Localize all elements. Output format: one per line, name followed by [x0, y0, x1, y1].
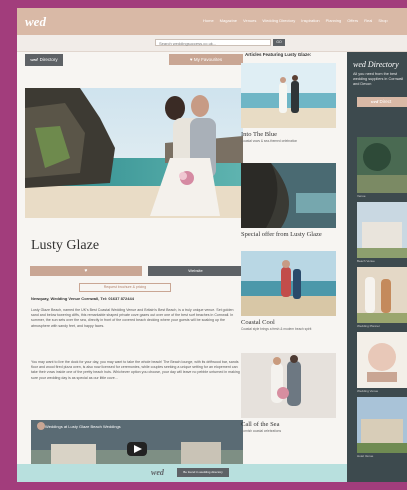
action-buttons: ♥ Website — [30, 266, 243, 276]
article-card[interactable]: Call of the Sea Cornish coastal celebrat… — [241, 353, 336, 433]
nav-link-inspiration[interactable]: Inspiration — [301, 18, 319, 23]
sidebar-listing-caption: Hotel Venue — [357, 454, 374, 458]
article-title: Into The Blue — [241, 131, 277, 138]
sidebar-listing-image[interactable] — [357, 202, 407, 258]
sidebar-text: All you need from the best wedding suppl… — [353, 72, 404, 86]
sidebar-directory-button[interactable]: wed Direct — [357, 97, 407, 107]
article-thumbnail — [241, 163, 336, 228]
sidebar-listing-caption: Beach Venue — [357, 259, 375, 263]
nav-link-real[interactable]: Real — [364, 18, 372, 23]
beach-wedding-photo — [25, 88, 243, 218]
search-input[interactable]: Search weddingsuccess.co.uk... — [155, 39, 271, 46]
article-description: Coastal vows & sea-themed celebration — [241, 139, 298, 143]
nav-link-offers[interactable]: Offers — [347, 18, 358, 23]
sidebar-listing-image[interactable] — [357, 137, 407, 193]
website-button[interactable]: Website — [148, 266, 243, 276]
sidebar-listing-caption: Wedding Venue — [357, 389, 379, 393]
directory-brand: wed — [30, 57, 38, 62]
article-card[interactable]: Special offer from Lusty Glaze — [241, 163, 336, 238]
nav-link-home[interactable]: Home — [203, 18, 214, 23]
article-card[interactable]: Into The Blue Coastal vows & sea-themed … — [241, 63, 336, 143]
footer-directory-button[interactable]: Be found in wedding directory — [177, 468, 229, 477]
video-title: Weddings at Lusty Glaze Beach Weddings — [45, 424, 121, 429]
nav-link-magazine[interactable]: Magazine — [220, 18, 237, 23]
sidebar-listing-image[interactable] — [357, 397, 407, 453]
venue-address: Newquay, Wedding Venue Cornwall, Tel: 01… — [31, 296, 134, 301]
article-description: Cornish coastal celebrations — [241, 429, 282, 433]
directory-label: Directory — [39, 57, 58, 62]
add-favourite-button[interactable]: ♥ — [30, 266, 142, 276]
nav-link-planning[interactable]: Planning — [326, 18, 342, 23]
browser-page: wed Home Magazine Venues Wedding Directo… — [17, 8, 407, 482]
nav-link-directory[interactable]: Wedding Directory — [262, 18, 295, 23]
sidebar-button-brand: wed — [371, 99, 379, 104]
article-thumbnail — [241, 63, 336, 128]
venue-title: Lusty Glaze — [31, 238, 100, 253]
sidebar-heading: wed Directory — [353, 60, 399, 69]
articles-heading: Articles Featuring Lusty Glaze: — [245, 52, 312, 57]
sidebar-button-word: Direct — [379, 99, 392, 104]
article-title: Coastal Cool — [241, 319, 275, 326]
nav-link-shop[interactable]: Shop — [378, 18, 387, 23]
article-card[interactable]: Coastal Cool Coastal style brings a fres… — [241, 251, 336, 331]
sidebar-heading-brand: wed — [353, 60, 366, 69]
venue-description-1: Lusty Glaze Beach, named the UK's Best C… — [31, 308, 234, 328]
sidebar-listing-image[interactable] — [357, 332, 407, 388]
top-navigation: wed Home Magazine Venues Wedding Directo… — [17, 8, 407, 35]
directory-sidebar: wed Directory All you need from the best… — [347, 52, 407, 482]
article-thumbnail — [241, 251, 336, 316]
search-button[interactable]: GO — [273, 39, 285, 46]
venue-hero-image[interactable] — [25, 88, 243, 218]
directory-button[interactable]: wed Directory — [25, 54, 63, 66]
footer-logo[interactable]: wed — [151, 468, 164, 477]
article-description: Coastal style brings a fresh & modern be… — [241, 327, 312, 331]
article-title: Special offer from Lusty Glaze — [241, 231, 322, 238]
sidebar-listing-caption: Venue — [357, 194, 366, 198]
favourites-button[interactable]: ♥ My Favourites — [169, 54, 243, 65]
site-logo[interactable]: wed — [25, 14, 46, 30]
nav-link-venues[interactable]: Venues — [243, 18, 256, 23]
footer-bar: wed Be found in wedding directory — [17, 464, 347, 482]
sidebar-heading-word: Directory — [367, 60, 399, 69]
sidebar-listing-caption: Wedding Planner — [357, 324, 380, 328]
article-title: Call of the Sea — [241, 421, 280, 428]
sidebar-listing-image[interactable] — [357, 267, 407, 323]
nav-links: Home Magazine Venues Wedding Directory I… — [203, 18, 388, 23]
request-brochure-link[interactable]: Request brochure & pricing — [79, 283, 171, 292]
article-thumbnail — [241, 353, 336, 418]
search-bar: Search weddingsuccess.co.uk... GO — [17, 35, 407, 52]
venue-description-2: You may want to live the dock for your d… — [31, 360, 240, 380]
